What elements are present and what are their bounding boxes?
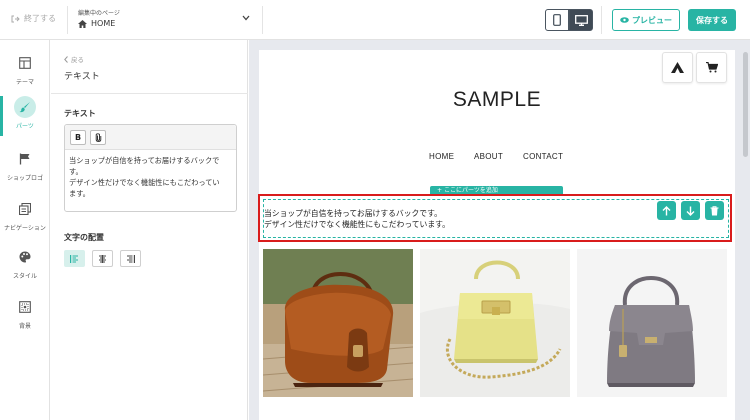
- back-link[interactable]: 戻る: [64, 54, 84, 64]
- divider: [601, 6, 602, 34]
- device-toggle: [545, 9, 593, 31]
- bold-button[interactable]: B: [70, 129, 86, 145]
- top-toolbar: 終了する 編集中のページ HOME プレビュー 保存する: [0, 0, 750, 40]
- theme-layout-icon: [14, 52, 36, 74]
- mobile-view-button[interactable]: [545, 9, 569, 31]
- bold-icon: B: [74, 132, 82, 142]
- nav-item-theme[interactable]: テーマ: [0, 52, 50, 94]
- nav-label: ショップロゴ: [6, 175, 43, 182]
- nav-label: ナビゲーション: [4, 225, 46, 232]
- back-label: 戻る: [71, 56, 84, 64]
- align-right-button[interactable]: [120, 250, 141, 267]
- nav-label: 背景: [18, 323, 31, 330]
- palette-icon: [14, 246, 36, 268]
- preview-button[interactable]: プレビュー: [612, 9, 680, 31]
- page-select-value: HOME: [91, 19, 116, 28]
- nav-item-background[interactable]: 背景: [0, 296, 50, 338]
- navigation-icon: [14, 198, 36, 220]
- settings-panel: 戻る テキスト テキスト B 当ショップが自信を持ってお届けするバックです。 デ…: [51, 40, 248, 420]
- save-label: 保存する: [696, 15, 728, 25]
- move-up-button[interactable]: [657, 201, 676, 220]
- divider: [51, 93, 248, 94]
- mobile-icon: [553, 14, 561, 26]
- page-select[interactable]: 編集中のページ HOME: [78, 8, 258, 32]
- align-left-button[interactable]: [64, 250, 85, 267]
- product-image-brown-bag[interactable]: [263, 249, 413, 397]
- editor-line: ます。: [69, 189, 90, 198]
- nav-label: テーマ: [15, 79, 34, 86]
- nav-label: スタイル: [12, 273, 37, 280]
- editor-toolbar: B: [65, 125, 236, 150]
- exit-icon: [11, 15, 20, 22]
- move-down-button[interactable]: [681, 201, 700, 220]
- text-align-group: [64, 250, 141, 267]
- desktop-icon: [574, 14, 588, 26]
- exit-label: 終了する: [24, 14, 56, 23]
- background-icon: [14, 296, 36, 318]
- text-editor[interactable]: B 当ショップが自信を持ってお届けするバックです。 デザイン性だけでなく機能性に…: [64, 124, 237, 212]
- nav-item-shop-logo[interactable]: ショップロゴ: [0, 148, 50, 190]
- site-nav-contact[interactable]: CONTACT: [523, 152, 563, 161]
- align-left-icon: [70, 254, 78, 263]
- link-icon: [95, 132, 101, 142]
- home-icon: [78, 19, 87, 28]
- preview-label: プレビュー: [632, 15, 672, 25]
- trash-icon: [710, 205, 719, 215]
- tent-icon: [671, 62, 684, 73]
- site-nav-about[interactable]: ABOUT: [474, 152, 503, 161]
- nav-item-parts[interactable]: パーツ: [0, 96, 50, 138]
- arrow-down-icon: [686, 206, 695, 216]
- text-section-label: テキスト: [64, 109, 96, 118]
- chevron-down-icon: [242, 15, 250, 21]
- editor-line: デザイン性だけでなく機能性にもこだわってい: [69, 178, 220, 187]
- align-right-icon: [127, 254, 135, 263]
- nav-item-navigation[interactable]: ナビゲーション: [0, 198, 50, 240]
- divider: [262, 6, 263, 34]
- cart-icon: [705, 62, 718, 73]
- flag-icon: [14, 148, 36, 170]
- editor-content[interactable]: 当ショップが自信を持ってお届けするバックです。 デザイン性だけでなく機能性にもこ…: [65, 150, 236, 204]
- product-image-yellow-bag[interactable]: [420, 249, 570, 397]
- cart-button[interactable]: [696, 52, 727, 83]
- icon-sidebar: テーマ パーツ ショップロゴ ナビゲーション スタイル 背景: [0, 40, 50, 420]
- eye-icon: [620, 17, 629, 23]
- chevron-left-icon: [64, 55, 68, 63]
- desktop-view-button[interactable]: [569, 9, 593, 31]
- active-indicator: [0, 96, 3, 136]
- product-image-gray-bag[interactable]: [577, 249, 727, 397]
- add-part-label: ここにパーツを追加: [443, 187, 498, 194]
- save-button[interactable]: 保存する: [688, 9, 736, 31]
- exit-button[interactable]: 終了する: [10, 13, 56, 24]
- page-select-label: 編集中のページ: [78, 10, 120, 17]
- delete-button[interactable]: [705, 201, 724, 220]
- editor-line: 当ショップが自信を持ってお届けするバックです。: [69, 156, 220, 176]
- nav-label: パーツ: [16, 123, 34, 130]
- align-section-label: 文字の配置: [64, 233, 104, 242]
- divider: [67, 6, 68, 34]
- align-center-button[interactable]: [92, 250, 113, 267]
- brush-icon: [14, 96, 36, 118]
- site-nav-home[interactable]: HOME: [429, 152, 454, 161]
- nav-item-style[interactable]: スタイル: [0, 246, 50, 288]
- site-title: SAMPLE: [452, 88, 542, 111]
- align-center-icon: [99, 254, 106, 263]
- link-button[interactable]: [90, 129, 106, 145]
- panel-title: テキスト: [64, 72, 100, 82]
- site-icon-button[interactable]: [662, 52, 693, 83]
- arrow-up-icon: [662, 205, 671, 215]
- scrollbar-thumb[interactable]: [743, 52, 748, 157]
